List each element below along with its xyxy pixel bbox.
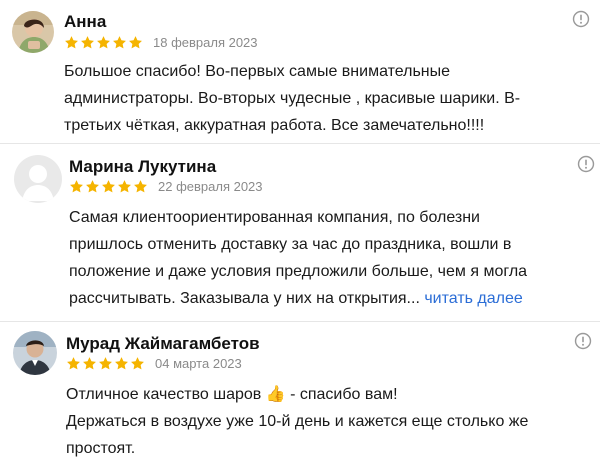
review-text: Большое спасибо! Во-первых самые внимате… <box>64 58 520 139</box>
star-icon <box>69 179 84 194</box>
star-icon <box>85 179 100 194</box>
star-icon <box>114 356 129 371</box>
reviewer-name[interactable]: Марина Лукутина <box>69 157 216 177</box>
star-icon <box>96 35 111 50</box>
divider <box>0 321 600 322</box>
info-icon[interactable] <box>572 10 590 28</box>
reviewer-name[interactable]: Анна <box>64 12 106 32</box>
review-text-line: Большое спасибо! Во-первых самые внимате… <box>64 63 451 80</box>
star-icon <box>112 35 127 50</box>
review-date: 04 марта 2023 <box>155 356 242 371</box>
review-text: Самая клиентоориентированная компания, п… <box>69 204 527 312</box>
review-text-line: Отличное качество шаров 👍 - спасибо вам! <box>66 381 528 408</box>
star-icon <box>133 179 148 194</box>
review-text-end: рассчитывать. Заказывала у них на открыт… <box>69 290 420 307</box>
star-icon <box>64 35 79 50</box>
star-icon <box>66 356 81 371</box>
review-text-line: Самая клиентоориентированная компания, п… <box>69 209 480 226</box>
star-rating <box>66 356 146 371</box>
thumbs-up-icon: 👍 <box>265 386 286 403</box>
star-icon <box>101 179 116 194</box>
review-text-line: пришлось отменить доставку за час до пра… <box>69 236 512 253</box>
star-rating <box>69 179 149 194</box>
reviewer-name[interactable]: Мурад Жаймагамбетов <box>66 334 260 354</box>
rating: 22 февраля 2023 <box>69 179 263 194</box>
review-text-line: третьих чёткая, аккуратная работа. Все з… <box>64 117 485 134</box>
review-date: 22 февраля 2023 <box>158 179 263 194</box>
star-rating <box>64 35 144 50</box>
review-text-line: простоят. <box>66 440 136 457</box>
info-icon[interactable] <box>574 332 592 350</box>
review-text-line: рассчитывать. Заказывала у них на открыт… <box>69 285 527 312</box>
info-icon[interactable] <box>577 155 595 173</box>
star-icon <box>128 35 143 50</box>
rating: 04 марта 2023 <box>66 356 242 371</box>
avatar[interactable] <box>13 331 57 375</box>
star-icon <box>98 356 113 371</box>
review-text-line: администраторы. Во-вторых чудесные , кра… <box>64 90 521 107</box>
star-icon <box>80 35 95 50</box>
review-text-start: Отличное качество шаров <box>66 386 262 403</box>
review-date: 18 февраля 2023 <box>153 35 258 50</box>
read-more-link[interactable]: читать далее <box>424 290 522 307</box>
divider <box>0 143 600 144</box>
star-icon <box>117 179 132 194</box>
star-icon <box>130 356 145 371</box>
review-text-line: положение и даже условия предложили боль… <box>69 263 528 280</box>
review-text: Отличное качество шаров 👍 - спасибо вам!… <box>66 381 528 462</box>
avatar[interactable] <box>12 11 54 53</box>
review-text-line: Держаться в воздухе уже 10-й день и каже… <box>66 413 529 430</box>
avatar[interactable] <box>14 155 62 203</box>
review-text-end: - спасибо вам! <box>285 386 398 403</box>
star-icon <box>82 356 97 371</box>
rating: 18 февраля 2023 <box>64 35 258 50</box>
